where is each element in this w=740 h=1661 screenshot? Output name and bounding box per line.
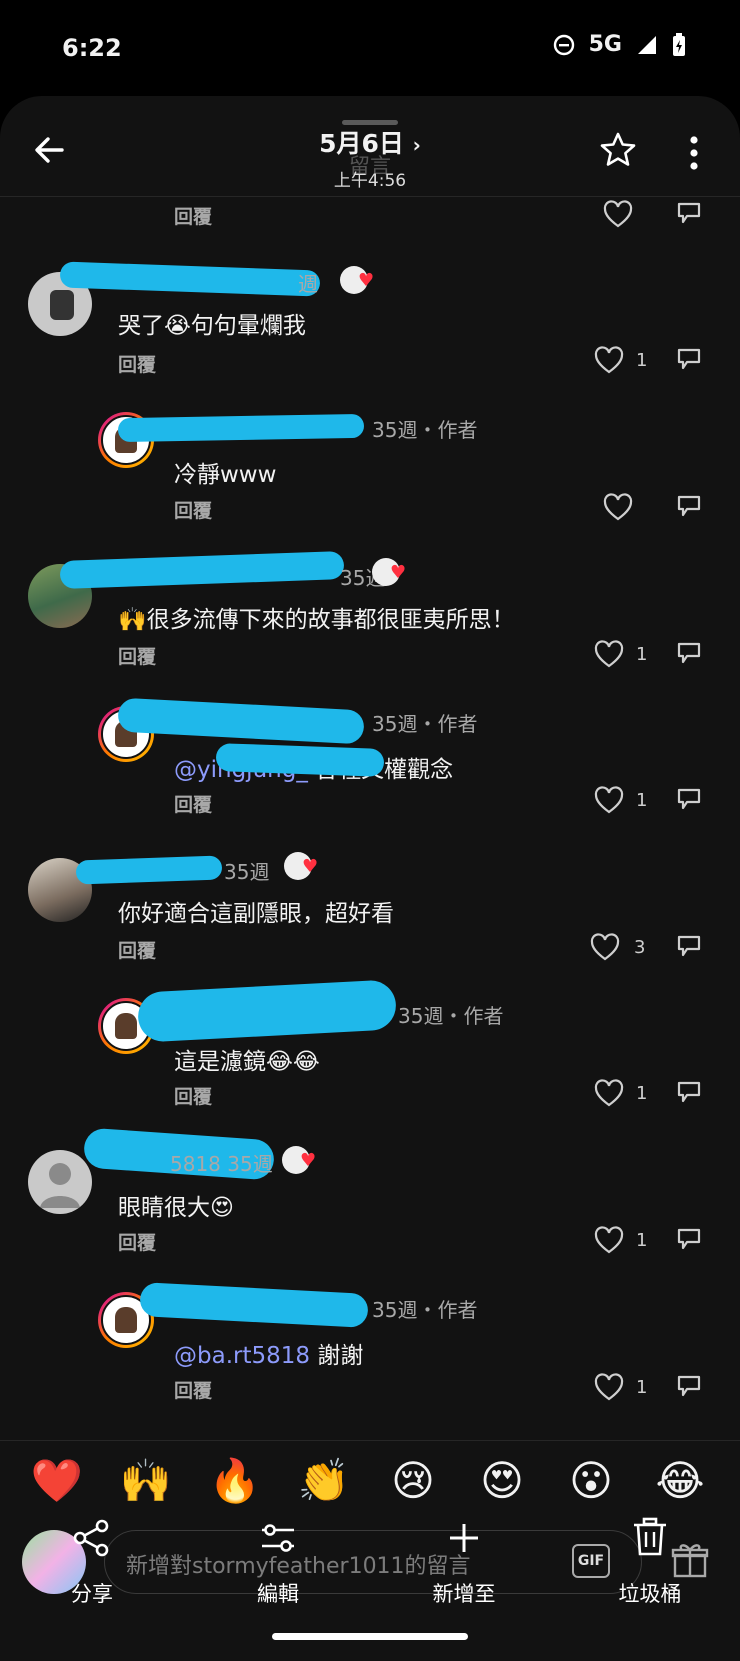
like-heart-icon[interactable]	[594, 346, 624, 374]
dislike-icon[interactable]	[675, 346, 703, 374]
add-to-label[interactable]: 新增至	[404, 1578, 524, 1608]
gift-icon[interactable]	[670, 1540, 710, 1580]
comment-input-placeholder: 新增對stormyfeather1011的留言	[126, 1554, 471, 1579]
comment-text: 🙌很多流傳下來的故事都很匪夷所思！	[118, 607, 515, 633]
comment-meta: 35週・作者	[372, 1298, 478, 1322]
status-icons: 5G	[553, 32, 686, 57]
default-avatar[interactable]	[28, 1150, 92, 1214]
like-heart-icon[interactable]	[594, 1226, 624, 1254]
reply-button[interactable]: 回覆	[174, 202, 212, 229]
star-icon[interactable]	[598, 130, 638, 170]
home-indicator[interactable]	[272, 1633, 468, 1640]
gif-button[interactable]: GIF	[572, 1544, 610, 1578]
plus-icon[interactable]	[444, 1518, 484, 1558]
person-silhouette-icon	[40, 1163, 80, 1208]
comment-meta: 週	[298, 272, 318, 296]
comment-body: 謝謝	[310, 1343, 364, 1369]
reply-button[interactable]: 回覆	[174, 1082, 212, 1109]
emoji-crying[interactable]: 😢	[383, 1456, 443, 1505]
like-heart-icon[interactable]	[594, 640, 624, 668]
emoji-fire[interactable]: 🔥	[205, 1456, 265, 1506]
status-time: 6:22	[62, 34, 122, 62]
network-type: 5G	[588, 32, 622, 57]
author-liked-heart-icon: ♥	[302, 856, 319, 877]
like-heart-icon[interactable]	[603, 493, 633, 521]
comment-text: 眼睛很大😍	[118, 1195, 234, 1221]
dislike-icon[interactable]	[675, 1373, 703, 1401]
comment-meta: 5818 35週	[170, 1152, 273, 1176]
more-options-icon[interactable]	[688, 135, 700, 171]
comment-text: 哭了😭句句暈爛我	[118, 313, 306, 339]
comment-text: 你好適合這副隱眼，超好看	[118, 901, 394, 927]
emoji-surprised[interactable]: 😮	[561, 1456, 621, 1505]
author-liked-heart-icon: ♥	[358, 270, 375, 291]
reply-button[interactable]: 回覆	[118, 642, 156, 669]
reply-button[interactable]: 回覆	[174, 1376, 212, 1403]
do-not-disturb-icon	[553, 34, 574, 55]
comment-text: 這是濾鏡😂😂	[174, 1049, 320, 1075]
redaction-scribble	[75, 855, 223, 885]
trash-label[interactable]: 垃圾桶	[590, 1578, 710, 1608]
like-count: 1	[636, 1083, 648, 1104]
status-bar: 6:22 5G	[0, 0, 740, 100]
like-count: 1	[636, 350, 648, 371]
reply-button[interactable]: 回覆	[174, 790, 212, 817]
emoji-clap[interactable]: 👏	[294, 1456, 354, 1506]
like-heart-icon[interactable]	[594, 786, 624, 814]
trash-icon[interactable]	[630, 1516, 670, 1558]
reply-button[interactable]: 回覆	[174, 496, 212, 523]
dislike-icon[interactable]	[675, 1226, 703, 1254]
comment-meta: 35週・作者	[372, 712, 478, 736]
like-count: 1	[636, 790, 648, 811]
comment-meta: 35週・作者	[372, 418, 478, 442]
like-heart-icon[interactable]	[594, 1079, 624, 1107]
dislike-icon[interactable]	[675, 640, 703, 668]
author-liked-heart-icon: ♥	[300, 1150, 317, 1171]
share-icon[interactable]	[72, 1518, 112, 1558]
comment-text: 冷靜www	[174, 462, 277, 488]
dislike-icon[interactable]	[675, 786, 703, 814]
edit-label[interactable]: 編輯	[218, 1578, 338, 1608]
dislike-icon[interactable]	[675, 493, 703, 521]
battery-icon	[673, 32, 685, 56]
comment-text: @ba.rt5818 謝謝	[174, 1336, 363, 1370]
emoji-heart[interactable]: ❤️	[27, 1456, 87, 1506]
emoji-laughing[interactable]: 😂	[650, 1456, 710, 1505]
like-count: 1	[636, 644, 648, 665]
dislike-icon[interactable]	[675, 1079, 703, 1107]
like-count: 3	[634, 937, 646, 958]
reply-button[interactable]: 回覆	[118, 1228, 156, 1255]
like-heart-icon[interactable]	[603, 200, 633, 228]
dislike-icon[interactable]	[675, 200, 703, 228]
reply-button[interactable]: 回覆	[118, 936, 156, 963]
emoji-heart-eyes[interactable]: 😍	[472, 1456, 532, 1505]
emoji-raised-hands[interactable]: 🙌	[116, 1456, 176, 1506]
edit-adjust-icon[interactable]	[258, 1518, 298, 1558]
divider	[0, 1440, 740, 1441]
comment-meta: 35週・作者	[398, 1004, 504, 1028]
like-count: 1	[636, 1230, 648, 1251]
comment-meta: 35週	[224, 860, 270, 884]
like-heart-icon[interactable]	[594, 1373, 624, 1401]
signal-icon	[638, 35, 656, 54]
reply-button[interactable]: 回覆	[118, 350, 156, 377]
like-count: 1	[636, 1377, 648, 1398]
redaction-scribble	[215, 743, 385, 777]
author-liked-heart-icon: ♥	[390, 562, 407, 583]
share-label[interactable]: 分享	[32, 1578, 152, 1608]
redaction-scribble	[117, 413, 365, 443]
like-heart-icon[interactable]	[590, 933, 620, 961]
dislike-icon[interactable]	[675, 933, 703, 961]
mention-link[interactable]: @ba.rt5818	[174, 1343, 310, 1369]
